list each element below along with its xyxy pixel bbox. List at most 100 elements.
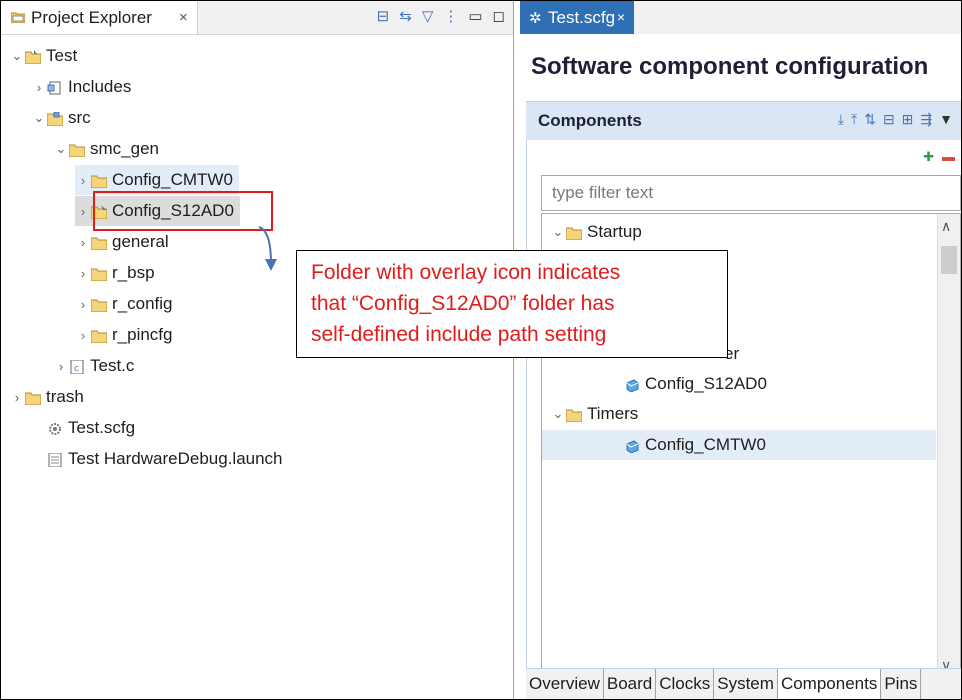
- tree-item-r-pincfg[interactable]: › r_pincfg: [75, 320, 173, 350]
- component-icon: [624, 438, 640, 454]
- tree-item-label: Timers: [587, 404, 639, 423]
- tab-overview[interactable]: Overview: [526, 669, 604, 699]
- folder-icon: [90, 328, 108, 344]
- tab-board[interactable]: Board: [604, 669, 657, 699]
- chevron-right-icon[interactable]: ›: [75, 297, 91, 312]
- tree-item-label: Config_S12AD0: [645, 374, 767, 393]
- chevron-up-icon[interactable]: ∧: [941, 218, 951, 235]
- export-icon[interactable]: ⤒: [851, 111, 857, 128]
- minimize-icon[interactable]: ▭: [468, 7, 482, 25]
- chevron-right-icon[interactable]: ›: [75, 235, 91, 250]
- chevron-right-icon[interactable]: ›: [9, 390, 25, 405]
- close-icon[interactable]: ×: [179, 9, 188, 26]
- project-explorer-tabbar: Project Explorer × ⊟ ⇆ ▽ ⋮ ▭ ◻: [1, 1, 513, 35]
- add-component-icon[interactable]: ✚: [923, 149, 934, 165]
- components-body: ✚ ▬ type filter text ⌄ Startup er Config…: [526, 139, 961, 677]
- folder-icon: [90, 297, 108, 313]
- chevron-right-icon[interactable]: ›: [75, 328, 91, 343]
- callout-line-2: that “Config_S12AD0” folder has: [311, 292, 615, 315]
- scrollbar-thumb[interactable]: [941, 246, 957, 274]
- tree-item-label: r_pincfg: [112, 325, 173, 344]
- chevron-right-icon[interactable]: ›: [75, 204, 91, 219]
- tree-item-test-c[interactable]: › c Test.c: [53, 351, 135, 381]
- view-toolbar: ⊟ ⇆ ▽ ⋮ ▭ ◻: [377, 5, 505, 27]
- tab-pins[interactable]: Pins: [881, 669, 922, 699]
- collapse-all-icon[interactable]: ⊟: [377, 7, 390, 25]
- tree-item-src[interactable]: ⌄ src: [31, 103, 91, 133]
- callout-arrow: [258, 226, 277, 271]
- tree-item-includes[interactable]: › Includes: [31, 72, 132, 102]
- component-actions: ✚ ▬: [923, 149, 955, 165]
- close-icon[interactable]: ×: [617, 9, 625, 25]
- tab-test-scfg-label: Test.scfg: [548, 8, 616, 27]
- import-icon[interactable]: ⤓: [838, 111, 844, 128]
- callout-line-3: self-defined include path setting: [311, 323, 607, 346]
- chevron-right-icon[interactable]: ›: [75, 173, 91, 188]
- includes-icon: [47, 80, 63, 95]
- tree-item-startup[interactable]: ⌄ Startup: [542, 218, 936, 246]
- tree-item-trash[interactable]: › trash: [9, 382, 84, 412]
- components-title: Components: [538, 111, 642, 130]
- folder-icon: [68, 142, 86, 158]
- chevron-right-icon[interactable]: ›: [31, 80, 47, 95]
- launch-file-icon: [47, 452, 63, 468]
- chevron-down-icon[interactable]: ⌄: [53, 141, 69, 157]
- view-menu-icon[interactable]: ⋮: [443, 7, 458, 25]
- tree-item-label: smc_gen: [90, 139, 159, 158]
- tree-item-config-cmtw0[interactable]: Config_CMTW0: [542, 430, 936, 460]
- collapse-all-icon[interactable]: ⊟: [883, 111, 895, 128]
- chevron-down-icon[interactable]: ⌄: [550, 406, 566, 422]
- tab-project-explorer-label: Project Explorer: [31, 8, 152, 27]
- chevron-down-icon[interactable]: ⌄: [550, 224, 566, 240]
- tree-item-label: Includes: [68, 77, 132, 96]
- tab-project-explorer[interactable]: Project Explorer ×: [1, 1, 198, 34]
- remove-component-icon[interactable]: ▬: [942, 149, 955, 165]
- tree-item-label: src: [68, 108, 91, 127]
- page-title: Software component configuration: [531, 53, 929, 80]
- chevron-down-icon[interactable]: ⌄: [31, 110, 47, 126]
- tree-item-r-config[interactable]: › r_config: [75, 289, 173, 319]
- tab-system[interactable]: System: [714, 669, 778, 699]
- gear-icon: ✲: [529, 10, 542, 27]
- tab-components[interactable]: Components: [777, 669, 882, 699]
- components-header: Components ⤓ ⤒ ⇅ ⊟ ⊞ ⇶ ▼: [526, 101, 961, 140]
- filter-placeholder: type filter text: [552, 183, 654, 202]
- tab-test-scfg[interactable]: ✲ Test.scfg ×: [520, 1, 634, 34]
- tab-clocks[interactable]: Clocks: [656, 669, 715, 699]
- screenshot-frame: Project Explorer × ⊟ ⇆ ▽ ⋮ ▭ ◻ ⌄ Test › …: [0, 0, 962, 700]
- folder-icon: [90, 235, 108, 251]
- link-editor-icon[interactable]: ⇆: [399, 7, 412, 25]
- filter-input[interactable]: type filter text: [541, 175, 961, 211]
- filter-icon[interactable]: ▽: [422, 7, 434, 25]
- chevron-right-icon[interactable]: ›: [53, 359, 69, 374]
- tree-item-timers[interactable]: ⌄ Timers: [542, 400, 936, 428]
- tree-item-label: Test.c: [90, 356, 135, 375]
- tree-item-r-bsp[interactable]: › r_bsp: [75, 258, 155, 288]
- tree-item-config-s12ad0[interactable]: Config_S12AD0: [542, 370, 936, 398]
- gear-file-icon: [47, 421, 63, 435]
- tree-item-label: general: [112, 232, 169, 251]
- tree-item-launch[interactable]: Test HardwareDebug.launch: [31, 444, 283, 474]
- annotation-callout: Folder with overlay icon indicates that …: [296, 250, 728, 358]
- tree-item-label: r_bsp: [112, 263, 155, 282]
- tree-item-general[interactable]: › general: [75, 227, 169, 257]
- expand-all-icon[interactable]: ⊞: [902, 111, 914, 128]
- c-file-icon: c: [69, 359, 85, 375]
- switch-view-icon[interactable]: ⇶: [920, 111, 932, 128]
- component-icon: [624, 377, 640, 393]
- chevron-right-icon[interactable]: ›: [75, 266, 91, 281]
- tree-item-test[interactable]: ⌄ Test: [9, 41, 78, 71]
- maximize-icon[interactable]: ◻: [493, 7, 505, 25]
- tree-item-smc-gen[interactable]: ⌄ smc_gen: [53, 134, 159, 164]
- chevron-down-icon[interactable]: ⌄: [9, 48, 25, 64]
- editor-tabbar: ✲ Test.scfg ×: [520, 1, 961, 34]
- project-folder-icon: [24, 49, 42, 65]
- sort-icon[interactable]: ⇅: [864, 111, 876, 128]
- callout-line-1: Folder with overlay icon indicates: [311, 261, 621, 284]
- tree-item-label: r_config: [112, 294, 173, 313]
- tree-item-test-scfg[interactable]: Test.scfg: [31, 413, 135, 443]
- source-folder-icon: [46, 111, 64, 127]
- components-toolbar: ⤓ ⤒ ⇅ ⊟ ⊞ ⇶ ▼: [838, 111, 953, 128]
- chevron-down-icon[interactable]: ▼: [939, 111, 953, 128]
- vertical-scrollbar[interactable]: ∧ ∨: [937, 214, 960, 676]
